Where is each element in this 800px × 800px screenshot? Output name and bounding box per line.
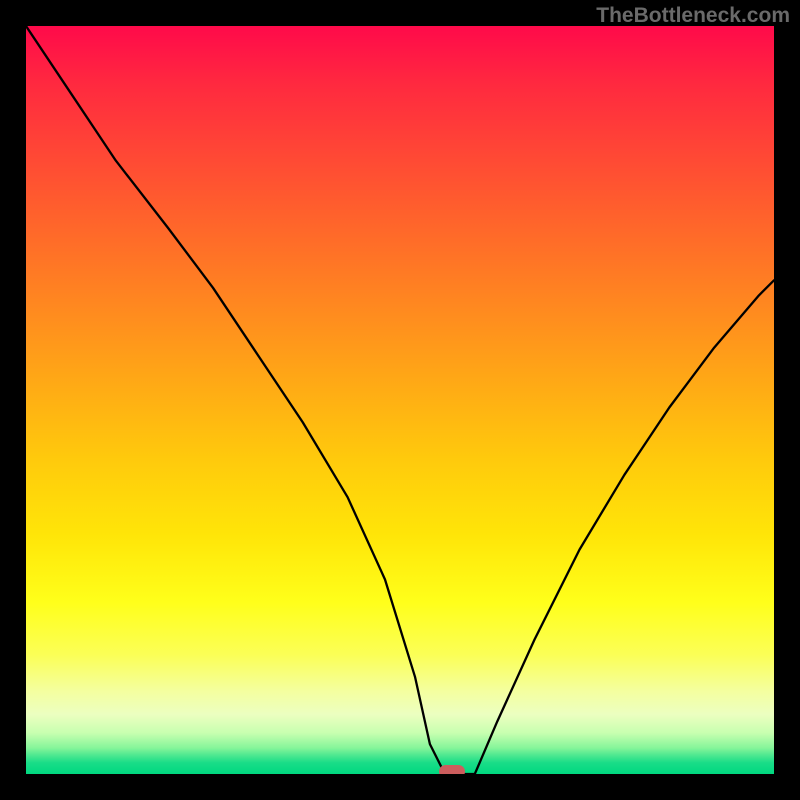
optimal-point-marker <box>439 765 465 774</box>
plot-area <box>26 26 774 774</box>
bottleneck-curve <box>26 26 774 774</box>
bottleneck-chart: TheBottleneck.com <box>0 0 800 800</box>
watermark-text: TheBottleneck.com <box>596 4 790 28</box>
